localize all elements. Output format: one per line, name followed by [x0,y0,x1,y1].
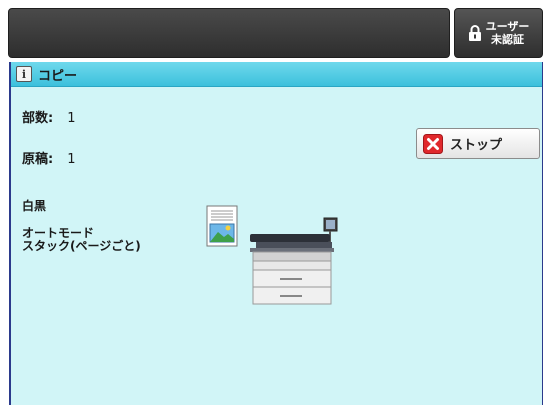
copy-panel: i コピー 部数: 1 原稿: 1 ストップ 白黒 オートモード スタック(ページご… [9,62,543,405]
color-mode: 白黒 [22,199,47,213]
user-auth-line2: 未認証 [491,33,524,46]
top-message-bar [8,8,450,58]
originals-value: 1 [67,152,76,167]
user-auth-line1: ユーザー [485,20,530,33]
stop-x-icon [423,133,443,154]
stop-button[interactable]: ストップ [416,128,540,159]
copies-label: 部数: [22,111,54,126]
info-icon[interactable]: i [16,66,32,82]
lock-icon [468,25,482,41]
copies-field: 部数: 1 [22,107,75,126]
document-icon [206,205,238,247]
stop-button-label: ストップ [450,138,503,153]
originals-field: 原稿: 1 [22,148,75,167]
user-auth-button[interactable]: ユーザー 未認証 [454,8,543,58]
originals-label: 原稿: [22,152,54,167]
mode-line2: スタック(ページごと) [22,239,141,253]
panel-title: コピー [38,68,78,84]
user-auth-label: ユーザー 未認証 [486,20,530,46]
panel-header: i コピー [11,62,542,87]
copies-value: 1 [67,111,76,126]
copier-machine-illustration [206,204,346,307]
